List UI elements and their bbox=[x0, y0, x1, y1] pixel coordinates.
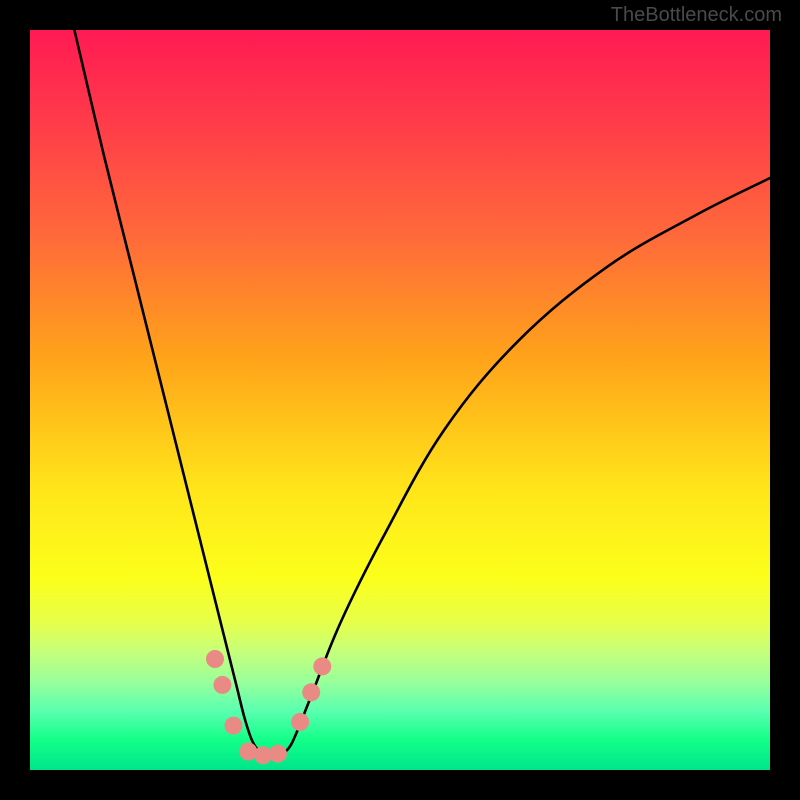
data-marker bbox=[291, 713, 309, 731]
data-marker bbox=[213, 676, 231, 694]
chart-svg bbox=[30, 30, 770, 770]
data-markers bbox=[206, 650, 331, 764]
bottleneck-curve-path bbox=[74, 30, 770, 756]
data-marker bbox=[225, 717, 243, 735]
data-marker bbox=[269, 745, 287, 763]
data-marker bbox=[206, 650, 224, 668]
data-marker bbox=[313, 657, 331, 675]
watermark-text: TheBottleneck.com bbox=[611, 4, 782, 27]
data-marker bbox=[302, 683, 320, 701]
chart-frame: TheBottleneck.com bbox=[0, 0, 800, 800]
